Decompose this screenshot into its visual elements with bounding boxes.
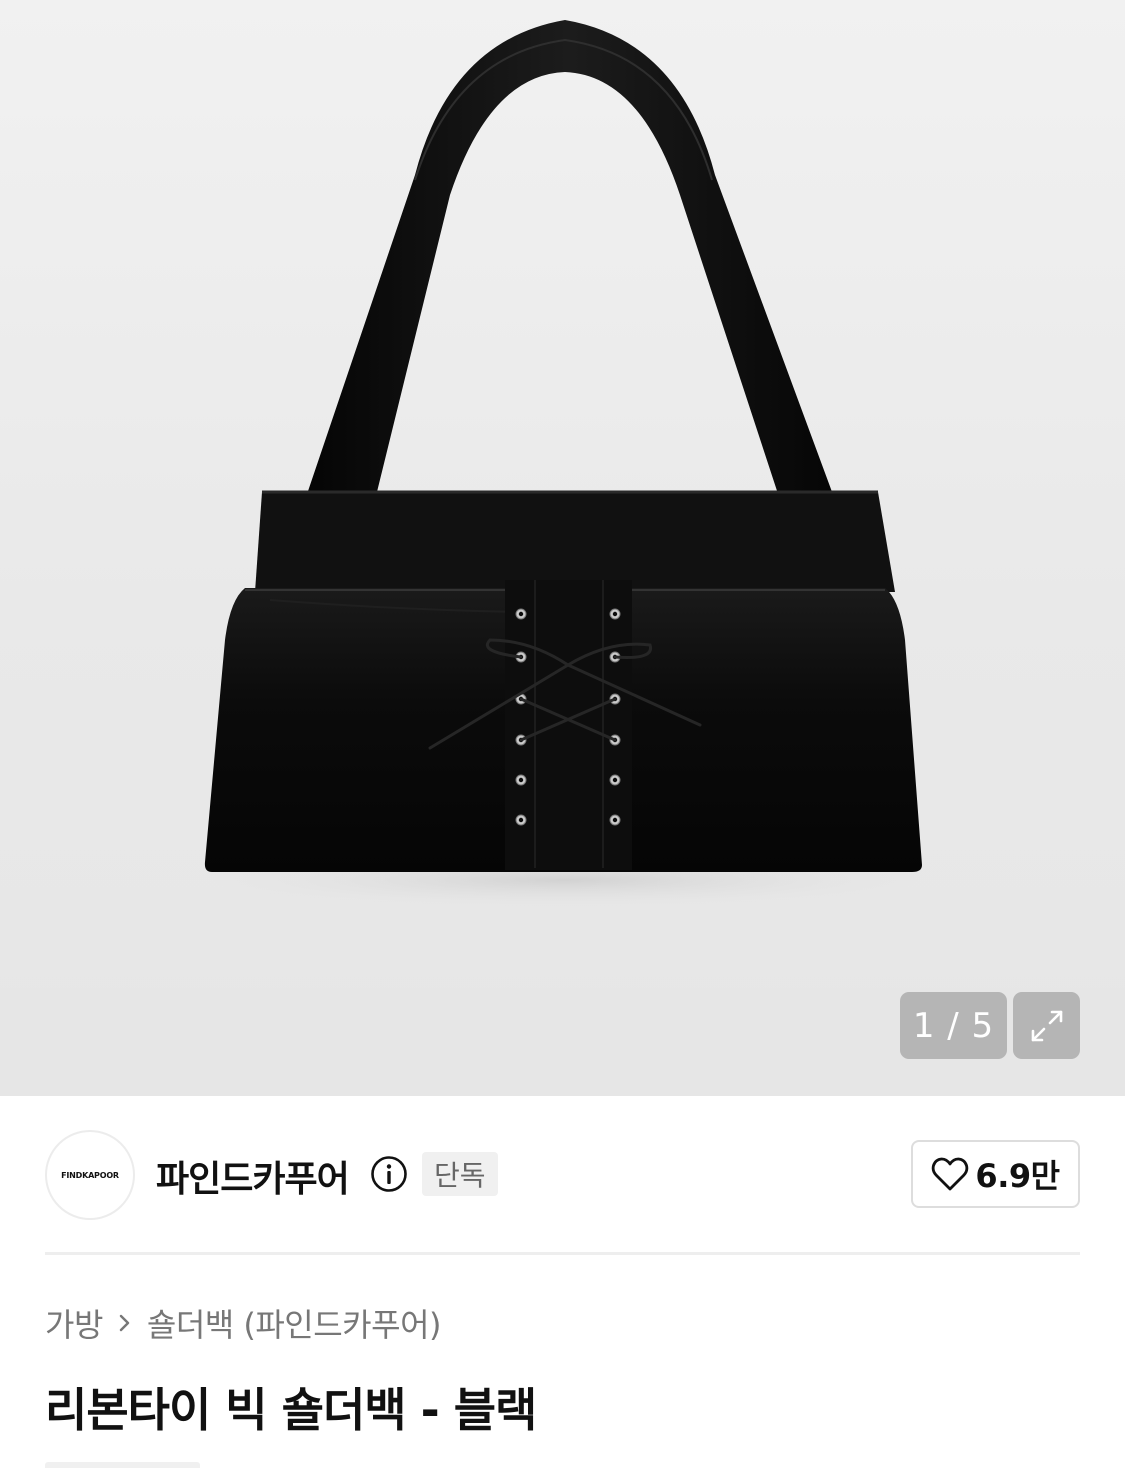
- brand-row: FINDKAPOOR 파인드카푸어 단독 6.9만: [45, 1130, 1080, 1220]
- like-count: 6.9만: [975, 1157, 1060, 1195]
- product-image[interactable]: [0, 0, 1125, 990]
- expand-arrows-icon: [1031, 1010, 1062, 1041]
- chevron-right-icon: [117, 1312, 133, 1334]
- info-circle-icon[interactable]: [370, 1155, 408, 1193]
- breadcrumb-item-bags[interactable]: 가방: [45, 1300, 103, 1346]
- image-counter-text: 1 / 5: [912, 1005, 995, 1046]
- divider: [45, 1252, 1080, 1255]
- product-title: 리본타이 빅 숄더백 - 블랙: [45, 1383, 537, 1437]
- brand-name[interactable]: 파인드카푸어: [156, 1150, 350, 1202]
- heart-outline-icon: [932, 1157, 969, 1191]
- exclusive-badge: 단독: [422, 1152, 498, 1196]
- brand-logo[interactable]: FINDKAPOOR: [45, 1130, 135, 1220]
- breadcrumb: 가방 숄더백 (파인드카푸어): [45, 1300, 442, 1346]
- breadcrumb-item-shoulder-bag[interactable]: 숄더백 (파인드카푸어): [147, 1300, 442, 1346]
- next-section-chip: [45, 1462, 200, 1468]
- image-counter: 1 / 5: [900, 992, 1007, 1059]
- like-button[interactable]: 6.9만: [911, 1140, 1080, 1208]
- exclusive-badge-text: 단독: [434, 1159, 486, 1192]
- expand-image-button[interactable]: [1013, 992, 1080, 1059]
- product-image-gallery[interactable]: 1 / 5: [0, 0, 1125, 1096]
- brand-logo-text: FINDKAPOOR: [61, 1170, 119, 1180]
